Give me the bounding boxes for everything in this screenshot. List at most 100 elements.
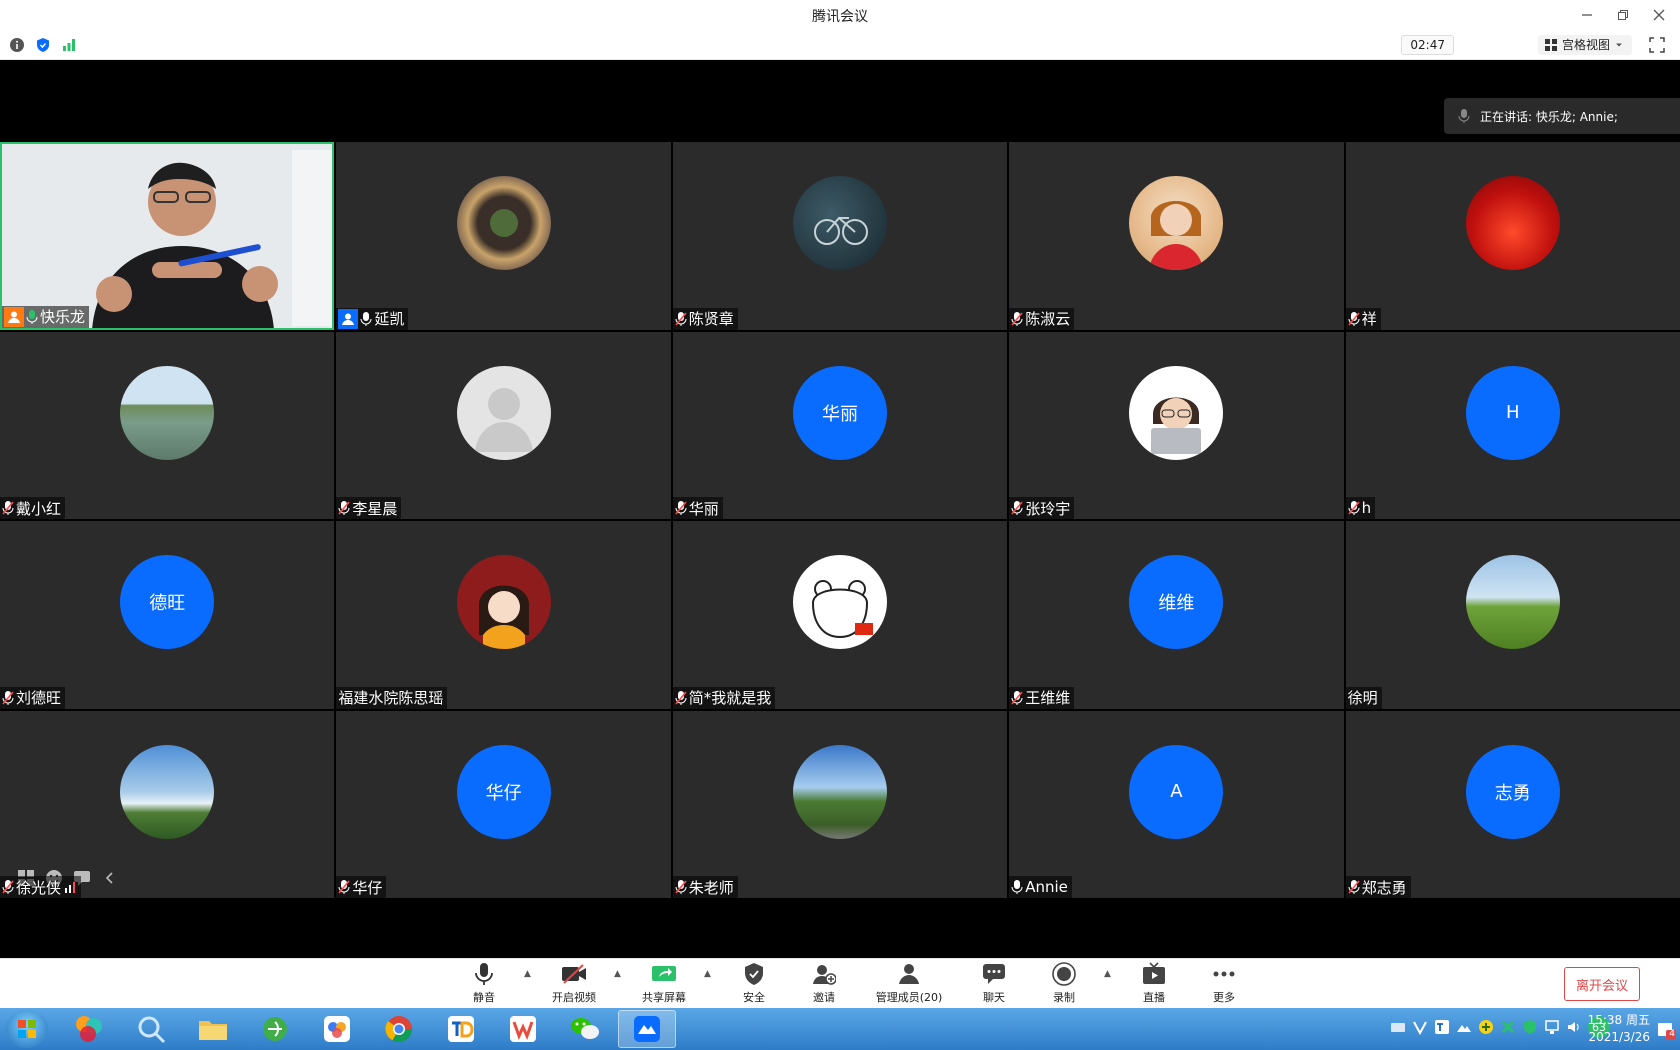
chevron-down-icon [1616,43,1622,47]
cohost-icon [338,308,359,329]
share-options-caret[interactable]: ▲ [704,969,714,1005]
chat-button[interactable]: 聊天 [964,961,1024,1005]
participant-tile[interactable]: 延凯 [336,142,671,330]
participant-tile[interactable]: 快乐龙 [0,142,335,330]
video-label: 开启视频 [552,991,596,1004]
security-button[interactable]: 安全 [724,961,784,1005]
participant-tile[interactable]: 朱老师 [672,710,1008,898]
participant-avatar [1465,176,1560,270]
folder-icon [199,1021,227,1040]
participant-tile[interactable]: 陈贤章 [672,142,1008,330]
taskbar-app-td[interactable] [432,1010,490,1048]
security-tray-icon[interactable] [1522,1019,1538,1035]
participant-tile[interactable]: 简*我就是我 [672,521,1008,709]
participant-name: 郑志勇 [1361,878,1407,897]
taskbar-app-wechat[interactable] [556,1010,614,1048]
participant-tile[interactable]: 福建水院陈思瑶 [336,521,671,709]
participant-nameplate: 戴小红 [0,497,66,519]
shield-icon[interactable] [34,36,52,54]
notification-icon[interactable]: 4 [1656,1020,1676,1040]
microphone-muted-icon [1347,501,1360,515]
taskbar-clock[interactable]: 15:38 周五 2021/3/26 [1588,1012,1650,1046]
view-switch-label: 宫格视图 [1561,38,1610,52]
microphone-on-icon [360,311,372,326]
tencent-meeting-icon [634,1016,660,1042]
share-screen-button[interactable]: 共享屏幕 [634,961,694,1005]
host-icon [4,306,24,327]
window-titlebar: 腾讯会议 [0,0,1680,30]
participant-tile[interactable]: 陈淑云 [1009,142,1344,330]
media-app-icon [76,1016,102,1042]
taskbar-app-chrome[interactable] [370,1010,428,1048]
taskbar-date: 2021/3/26 [1588,1030,1650,1044]
more-button[interactable]: 更多 [1194,961,1254,1005]
leave-meeting-button[interactable]: 离开会议 [1564,967,1640,1001]
info-icon[interactable] [8,36,26,54]
participant-tile[interactable]: 戴小红 [0,331,335,519]
taskbar-app-browser-ie[interactable] [246,1010,304,1048]
participant-name: 李星晨 [352,499,398,518]
participant-name: 福建水院陈思瑶 [338,689,444,707]
participant-tile[interactable]: H h [1345,331,1680,519]
microphone-muted-icon [675,501,687,515]
fullscreen-icon[interactable] [1648,36,1666,54]
record-options-caret[interactable]: ▲ [1104,969,1114,1005]
taskbar-app-media[interactable] [60,1010,118,1048]
td-tray-icon[interactable] [1434,1019,1450,1035]
invite-button[interactable]: 邀请 [794,961,854,1005]
participant-name: 华仔 [352,878,383,897]
minimize-button[interactable] [1576,4,1598,26]
mute-button[interactable]: 静音 [454,961,514,1005]
participant-tile[interactable]: 徐光侠 [0,710,335,898]
connection-tray-icon[interactable] [1500,1019,1516,1035]
participant-name: 陈淑云 [1025,310,1071,328]
participant-nameplate: 福建水院陈思瑶 [336,686,448,709]
participant-nameplate: 华仔 [336,876,387,898]
cloud-app-icon [324,1016,350,1042]
initials-avatar: 华仔 [456,744,551,839]
keyboard-icon[interactable] [1390,1019,1406,1035]
windows-start-button[interactable] [6,1010,48,1048]
meeting-tray-icon[interactable] [1456,1019,1472,1035]
participant-tile[interactable]: 徐明 [1345,521,1680,709]
video-button[interactable]: 开启视频 [544,961,604,1005]
participant-grid: 快乐龙 延凯 陈贤章 陈淑云 祥 戴小红 李星晨 华丽 华丽 张玲宇 H h 德… [0,142,1680,898]
participant-tile[interactable]: 华丽 华丽 [672,331,1008,519]
participant-nameplate: 延凯 [336,307,409,330]
view-switch-button[interactable]: 宫格视图 [1537,35,1632,55]
participant-avatar [792,176,887,270]
participant-tile[interactable]: A Annie [1009,710,1344,898]
mute-options-caret[interactable]: ▲ [524,969,534,1005]
participant-tile[interactable]: 志勇 郑志勇 [1345,710,1680,898]
participant-nameplate: 祥 [1345,307,1381,330]
participant-tile[interactable]: 德旺 刘德旺 [0,521,335,709]
participant-nameplate: 简*我就是我 [672,686,776,709]
live-button[interactable]: 直播 [1124,961,1184,1005]
close-button[interactable] [1648,4,1670,26]
video-options-caret[interactable]: ▲ [614,969,624,1005]
participant-tile[interactable]: 张玲宇 [1009,331,1344,519]
initials-avatar: 德旺 [120,555,215,649]
participant-tile[interactable]: 维维 王维维 [1009,521,1344,709]
vpn-icon[interactable] [1412,1019,1428,1036]
signal-icon[interactable] [60,36,78,54]
taskbar-app-tencent-meeting[interactable] [618,1010,676,1048]
chat-label: 聊天 [983,991,1005,1004]
taskbar-app-search[interactable] [122,1010,180,1048]
participant-tile[interactable]: 华仔 华仔 [336,710,671,898]
participant-name: 简*我就是我 [688,689,772,707]
record-button[interactable]: 录制 [1034,961,1094,1005]
restore-button[interactable] [1612,4,1634,26]
collapse-chevron-icon[interactable] [100,868,120,888]
microphone-muted-icon [1011,690,1023,705]
microphone-muted-icon [1011,311,1023,326]
volume-icon[interactable] [1566,1019,1582,1035]
network-tray-icon[interactable] [1544,1019,1560,1035]
taskbar-app-cloud[interactable] [308,1010,366,1048]
taskbar-app-explorer[interactable] [184,1010,242,1048]
plus-tray-icon[interactable] [1478,1019,1494,1035]
participant-tile[interactable]: 李星晨 [336,331,671,519]
taskbar-app-wps[interactable] [494,1010,552,1048]
manage-members-button[interactable]: 管理成员(20) [864,961,954,1005]
participant-tile[interactable]: 祥 [1345,142,1680,330]
